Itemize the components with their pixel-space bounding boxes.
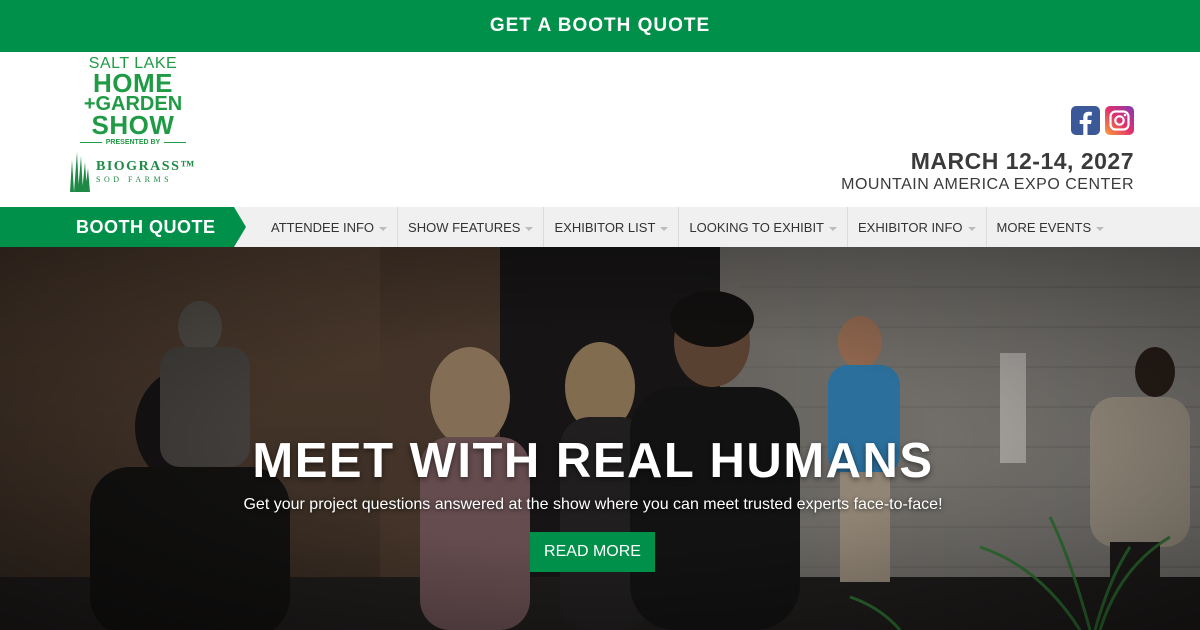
chevron-down-icon: [660, 227, 669, 231]
social-links: [1071, 106, 1134, 135]
nav-item-label: ATTENDEE INFO: [271, 219, 375, 235]
nav-exhibitor-list[interactable]: EXHIBITOR LIST: [543, 207, 678, 247]
main-nav: BOOTH QUOTE ATTENDEE INFO SHOW FEATURES …: [0, 207, 1200, 247]
facebook-icon[interactable]: [1071, 106, 1100, 135]
nav-item-label: EXHIBITOR INFO: [858, 219, 963, 235]
nav-item-label: SHOW FEATURES: [408, 219, 521, 235]
event-info: MARCH 12-14, 2027 MOUNTAIN AMERICA EXPO …: [841, 148, 1134, 194]
nav-looking-to-exhibit[interactable]: LOOKING TO EXHIBIT: [678, 207, 847, 247]
nav-item-label: EXHIBITOR LIST: [554, 219, 656, 235]
chevron-down-icon: [525, 227, 534, 231]
hero-title: MEET WITH REAL HUMANS: [252, 434, 934, 488]
event-venue: MOUNTAIN AMERICA EXPO CENTER: [841, 176, 1134, 193]
instagram-icon[interactable]: [1105, 106, 1134, 135]
chevron-down-icon: [1096, 227, 1105, 231]
nav-more-events[interactable]: MORE EVENTS: [985, 207, 1115, 247]
logo-line-2: HOME: [93, 68, 173, 98]
banner-label: GET A BOOTH QUOTE: [489, 15, 711, 36]
nav-item-label: LOOKING TO EXHIBIT: [689, 219, 824, 235]
nav-exhibitor-info[interactable]: EXHIBITOR INFO: [847, 207, 986, 247]
nav-show-features[interactable]: SHOW FEATURES: [397, 207, 543, 247]
sponsor-sub: SOD FARMS: [96, 174, 173, 184]
sponsor-name: BIOGRASS™: [96, 158, 196, 174]
booth-quote-button[interactable]: BOOTH QUOTE: [0, 207, 246, 247]
nav-attendee-info[interactable]: ATTENDEE INFO: [261, 207, 397, 247]
show-logo[interactable]: SALT LAKE HOME +GARDEN SHOW PRESENTED BY…: [68, 56, 208, 192]
booth-quote-label: BOOTH QUOTE: [76, 216, 216, 237]
hero-subtitle: Get your project questions answered at t…: [243, 496, 943, 513]
chevron-down-icon: [829, 227, 837, 231]
site-header: SALT LAKE HOME +GARDEN SHOW PRESENTED BY…: [0, 52, 1200, 207]
grass-icon: [70, 152, 90, 192]
sponsor-logo: BIOGRASS™ SOD FARMS: [68, 150, 208, 192]
nav-item-label: MORE EVENTS: [996, 219, 1092, 235]
event-dates: MARCH 12-14, 2027: [910, 148, 1134, 174]
chevron-down-icon: [379, 227, 388, 231]
presented-by-label: PRESENTED BY: [80, 139, 186, 146]
get-booth-quote-banner[interactable]: GET A BOOTH QUOTE: [0, 0, 1200, 52]
read-more-button[interactable]: READ MORE: [530, 532, 655, 572]
hero-banner: MEET WITH REAL HUMANS Get your project q…: [0, 247, 1200, 630]
chevron-down-icon: [967, 227, 976, 231]
logo-line-4: SHOW: [91, 110, 175, 140]
read-more-label: READ MORE: [544, 543, 641, 560]
